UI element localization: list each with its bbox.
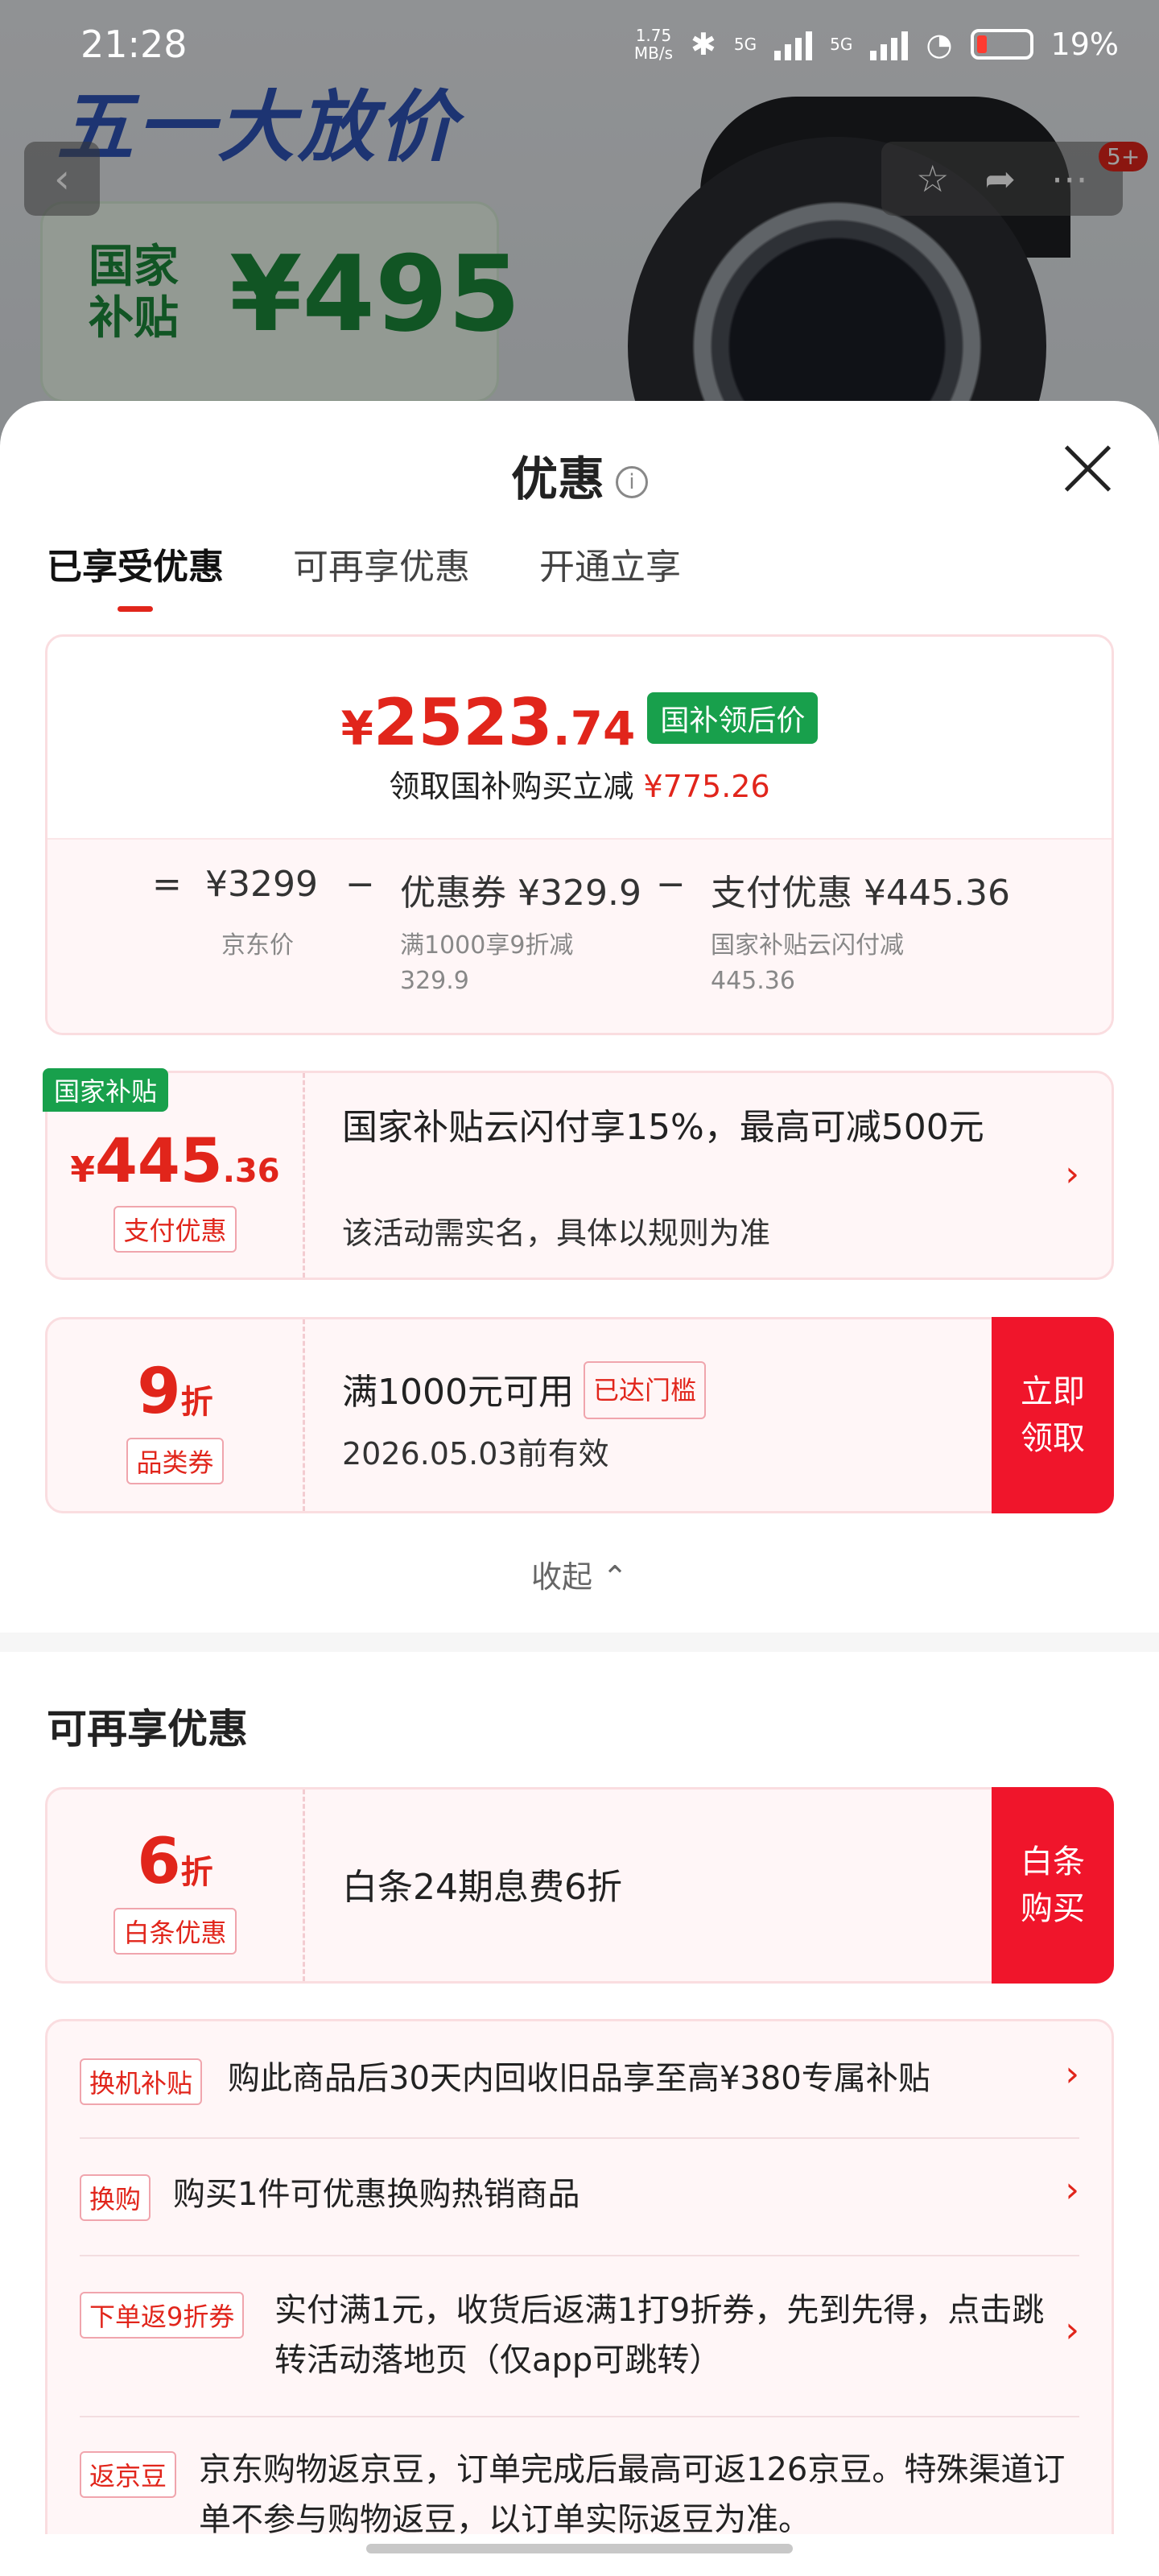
price-summary-card: ¥2523.74 国补领后价 领取国补购买立减 ¥775.26 = ¥3299 … <box>45 634 1114 1035</box>
status-bar: 21:28 1.75 MB/s ✱ 5G 5G ◔ 19% <box>0 0 1159 89</box>
gesture-bar-area <box>0 2534 1159 2576</box>
coupon-expiry: 2026.05.03前有效 <box>342 1436 609 1472</box>
offer-tag: 换购 <box>80 2174 151 2221</box>
coupon-amount: 优惠券 ¥329.9 <box>400 873 641 914</box>
offer-value-panel: 9折 品类券 <box>47 1319 305 1511</box>
net-5g-label-2: 5G <box>830 35 853 54</box>
offer-desc: 京东购物返京豆，订单完成后最高可返126京豆。特殊渠道订单不参与购物返豆，以订单… <box>199 2451 1066 2538</box>
final-price-row: ¥2523.74 国补领后价 <box>47 685 1112 760</box>
more-offers-title: 可再享优惠 <box>47 1706 248 1752</box>
sheet-title: 优惠 i <box>0 441 1159 509</box>
status-icons: 1.75 MB/s ✱ 5G 5G ◔ 19% <box>634 27 1119 62</box>
signal-icon <box>870 28 909 60</box>
list-item[interactable]: 换机补贴 购此商品后30天内回收旧品享至高¥380专属补贴 › <box>80 2021 1079 2139</box>
jd-price: ¥3299 <box>205 864 318 905</box>
home-indicator[interactable] <box>366 2544 793 2553</box>
tab-enjoyed[interactable]: 已享受优惠 <box>47 538 224 612</box>
offer-tag: 返京豆 <box>80 2451 177 2498</box>
jd-price-label: 京东价 <box>221 931 294 960</box>
net-speed: 1.75 MB/s <box>633 26 674 63</box>
tab-activate[interactable]: 开通立享 <box>539 538 681 589</box>
offer-value-panel: 6折 白条优惠 <box>47 1790 305 1981</box>
net-5g-label-1: 5G <box>733 35 757 54</box>
equals-sign: = <box>152 864 182 905</box>
baitiao-offer-text: 白条24期息费6折 <box>342 1867 622 1908</box>
offer-value-panel: ¥445.36 支付优惠 <box>47 1073 305 1278</box>
minus-sign: − <box>656 864 686 905</box>
list-item[interactable]: 下单返9折券 实付满1元，收货后返满1打9折券，先到先得，点击跳转活动落地页（仅… <box>80 2256 1079 2417</box>
pay-sub: 国家补贴云闪付减 <box>711 931 904 960</box>
collapse-button[interactable]: 收起 ⌃ <box>0 1552 1159 1596</box>
battery-percent: 19% <box>1050 27 1119 62</box>
offer-type-chip: 品类券 <box>126 1438 224 1484</box>
baitiao-buy-button[interactable]: 白条购买 <box>992 1787 1114 1984</box>
other-offers-list: 换机补贴 购此商品后30天内回收旧品享至高¥380专属补贴 › 换购 购买1件可… <box>45 2019 1114 2576</box>
wifi-icon: ◔ <box>926 27 953 62</box>
offer-tabs: 已享受优惠 可再享优惠 开通立享 <box>47 538 681 612</box>
pay-sub-amount: 445.36 <box>711 967 795 995</box>
category-coupon-card: 9折 品类券 满1000元可用 已达门槛 2026.05.03前有效 立即领取 <box>45 1317 1114 1513</box>
minus-sign: − <box>345 864 375 905</box>
close-icon[interactable] <box>1062 443 1112 493</box>
offer-desc: 购此商品后30天内回收旧品享至高¥380专属补贴 <box>228 2060 930 2097</box>
subsidy-offer-text: 国家补贴云闪付享15%，最高可减500元 <box>342 1107 984 1148</box>
signal-icon <box>774 28 813 60</box>
final-price: ¥2523.74 <box>340 685 636 760</box>
chevron-right-icon: › <box>1065 2310 1079 2351</box>
price-tag: 国补领后价 <box>647 692 819 744</box>
bluetooth-icon: ✱ <box>691 27 716 62</box>
chevron-right-icon: › <box>1065 2169 1079 2211</box>
chevron-right-icon: › <box>1065 1154 1079 1195</box>
subsidy-offer-card[interactable]: 国家补贴 ¥445.36 支付优惠 国家补贴云闪付享15%，最高可减500元 该… <box>43 1068 1114 1280</box>
status-time: 21:28 <box>80 23 188 66</box>
offer-tag: 换机补贴 <box>80 2058 203 2105</box>
subsidy-value: ¥445.36 <box>70 1125 280 1196</box>
coupon-discount: 9折 <box>137 1356 213 1428</box>
tab-more-offers[interactable]: 可再享优惠 <box>293 538 470 589</box>
offer-tag: 下单返9折券 <box>80 2292 245 2339</box>
offer-type-chip: 白条优惠 <box>113 1908 237 1955</box>
offer-type-chip: 支付优惠 <box>113 1206 237 1253</box>
offer-desc: 实付满1元，收货后返满1打9折券，先到先得，点击跳转活动落地页（仅app可跳转） <box>274 2292 1045 2379</box>
list-item[interactable]: 换购 购买1件可优惠换购热销商品 › <box>80 2139 1079 2256</box>
chevron-right-icon: › <box>1065 2054 1079 2095</box>
info-icon[interactable]: i <box>616 465 648 498</box>
coupon-sub-amount: 329.9 <box>400 967 469 995</box>
threshold-chip: 已达门槛 <box>583 1361 706 1419</box>
baitiao-offer-card: 6折 白条优惠 白条24期息费6折 白条购买 <box>45 1787 1114 1984</box>
offers-sheet: 优惠 i 已享受优惠 可再享优惠 开通立享 ¥2523.74 国补领后价 领取国补… <box>0 401 1159 2576</box>
offer-desc: 购买1件可优惠换购热销商品 <box>173 2176 580 2213</box>
price-saving: 领取国补购买立减 ¥775.26 <box>389 769 770 804</box>
coupon-condition: 满1000元可用 已达门槛 <box>342 1361 706 1419</box>
coupon-sub: 满1000享9折减 <box>400 931 574 960</box>
subsidy-offer-note: 该活动需实名，具体以规则为准 <box>342 1216 771 1251</box>
section-divider <box>0 1633 1159 1652</box>
pay-discount: 支付优惠 ¥445.36 <box>711 873 1010 914</box>
price-breakdown: = ¥3299 − 优惠券 ¥329.9 − 支付优惠 ¥445.36 京东价 … <box>47 838 1112 1033</box>
claim-coupon-button[interactable]: 立即领取 <box>992 1317 1114 1513</box>
baitiao-discount: 6折 <box>137 1826 213 1898</box>
battery-icon <box>970 29 1033 60</box>
